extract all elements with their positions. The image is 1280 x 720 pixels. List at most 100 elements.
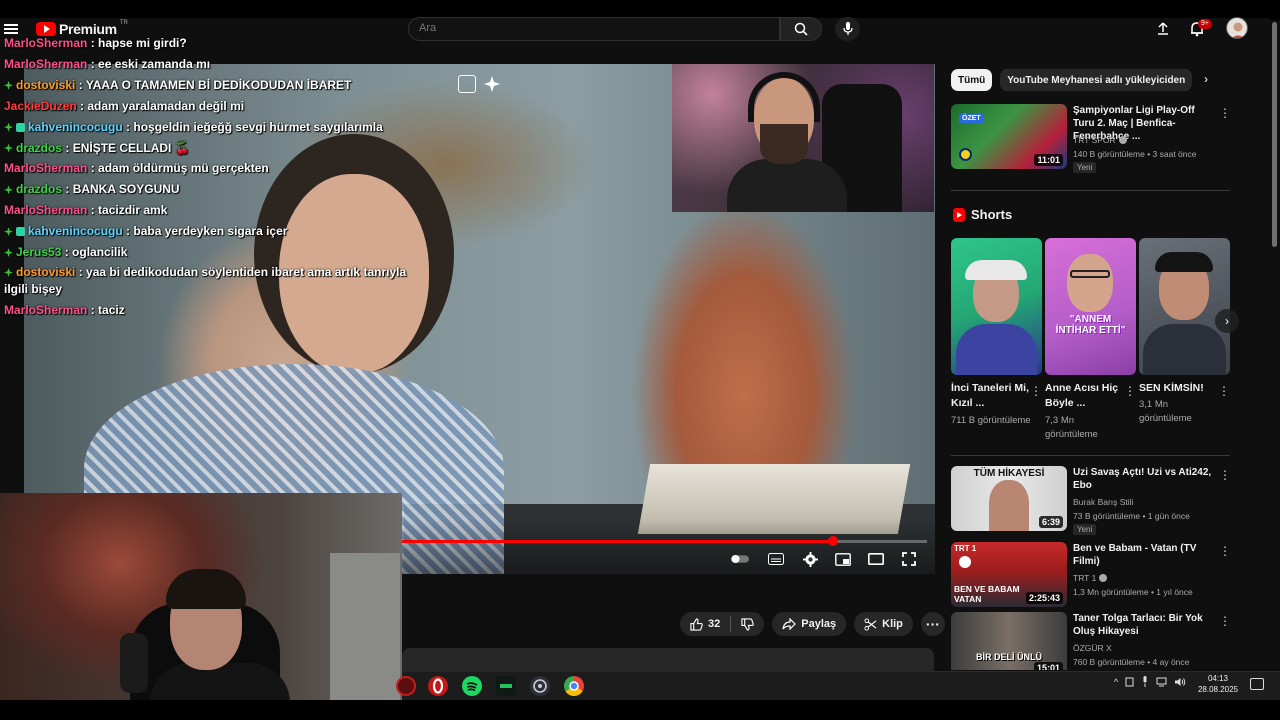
search-box[interactable] — [408, 17, 780, 41]
more-vert-icon[interactable]: ⋮ — [1030, 384, 1042, 398]
video-title[interactable]: Uzi Savaş Açtı! Uzi vs Ati242, Ebo — [1073, 466, 1213, 492]
short-card[interactable]: SEN KİMSİN! 3,1 Mn görüntüleme ⋮ — [1139, 238, 1230, 453]
share-button[interactable]: Paylaş — [772, 612, 847, 636]
shorts-next-button[interactable]: › — [1215, 309, 1239, 333]
more-vert-icon[interactable]: ⋮ — [1218, 384, 1230, 398]
recommended-video[interactable]: TRT 1 BEN VE BABAM VATAN 2:25:43 Ben ve … — [951, 542, 1236, 612]
chat-text: ee eski zamanda mı — [98, 56, 211, 71]
search-button[interactable] — [780, 17, 822, 41]
chrome-icon[interactable] — [564, 676, 584, 696]
scrollbar-thumb[interactable] — [1272, 22, 1277, 247]
video-progress-scrubber[interactable] — [827, 536, 838, 546]
video-description-box[interactable] — [402, 648, 934, 672]
chevron-right-icon: › — [1225, 314, 1229, 328]
fenerbahce-logo-icon — [959, 148, 972, 161]
system-clock[interactable]: 04:13 28.08.2025 — [1196, 673, 1240, 695]
recommended-video[interactable]: BİR DELİ ÜNLÜ 15:01 Taner Tolga Tarlacı:… — [951, 612, 1236, 670]
short-thumbnail[interactable] — [951, 238, 1042, 375]
chat-separator: : — [87, 161, 99, 176]
filter-chip[interactable]: YouTube Meyhanesi adlı yükleyiciden — [1000, 69, 1193, 91]
microphone-icon — [120, 633, 148, 693]
video-progress-fill — [402, 540, 833, 543]
short-thumbnail[interactable]: "ANNEM İNTİHAR ETTİ" — [1045, 238, 1136, 375]
recommended-video[interactable]: TÜM HİKAYESİ 6:39 Uzi Savaş Açtı! Uzi vs… — [951, 466, 1236, 536]
short-person-hair — [965, 260, 1027, 280]
more-vert-icon[interactable]: ⋮ — [1219, 468, 1231, 482]
video-duration: 2:25:43 — [1025, 592, 1063, 604]
chat-username: dostoviski — [16, 77, 76, 92]
theater-mode-button[interactable] — [867, 551, 885, 567]
search-input[interactable] — [419, 22, 759, 34]
chat-text: tacizdir amk — [98, 203, 168, 218]
video-duration: 6:39 — [1038, 516, 1063, 528]
chat-username: MarloSherman — [4, 161, 88, 176]
more-vert-icon[interactable]: ⋮ — [1219, 544, 1231, 558]
like-button[interactable]: 32 — [680, 612, 730, 636]
taskbar-app-icon[interactable] — [396, 676, 416, 696]
chat-message: MarloSherman : tacizdir amk — [0, 200, 420, 221]
upload-button[interactable] — [1154, 20, 1172, 38]
video-title[interactable]: Ben ve Babam - Vatan (TV Filmi) — [1073, 542, 1213, 568]
sparkle-icon[interactable] — [483, 75, 501, 93]
settings-button[interactable] — [801, 551, 819, 567]
video-meta: 140 B görüntüleme • 3 saat önce — [1073, 149, 1197, 159]
more-vert-icon[interactable]: ⋮ — [1219, 614, 1231, 628]
share-label: Paylaş — [801, 618, 837, 630]
video-channel[interactable]: TRT SPOR — [1073, 135, 1127, 145]
video-meta: 760 B görüntüleme • 4 ay önce — [1073, 657, 1190, 667]
sparkle-badge-icon — [4, 267, 13, 277]
chevron-right-icon[interactable]: › — [1204, 72, 1222, 90]
video-meta: 1,3 Mn görüntüleme • 1 yıl önce — [1073, 587, 1193, 597]
chat-message: MarloSherman : ee eski zamanda mı — [0, 54, 420, 75]
subtitles-button[interactable] — [767, 551, 785, 567]
fullscreen-button[interactable] — [900, 551, 918, 567]
chat-username: JackieDuzen — [4, 98, 77, 113]
dislike-button[interactable] — [731, 612, 764, 636]
opera-icon[interactable] — [428, 676, 448, 696]
short-thumbnail[interactable] — [1139, 238, 1230, 375]
device-icon[interactable] — [1125, 677, 1134, 687]
video-thumbnail[interactable]: ÖZET 11:01 — [951, 104, 1067, 169]
more-vert-icon[interactable]: ⋮ — [1124, 384, 1136, 398]
chat-username: drazdos — [16, 140, 63, 155]
more-vert-icon[interactable]: ⋮ — [1219, 106, 1231, 120]
miniplayer-button[interactable] — [834, 551, 852, 567]
spotify-icon[interactable] — [462, 676, 482, 696]
short-views: 711 B görüntüleme — [951, 415, 1031, 426]
chevron-up-icon[interactable]: ^ — [1114, 677, 1118, 687]
video-channel[interactable]: Burak Barış Stili — [1073, 497, 1133, 507]
miniplayer-icon[interactable] — [458, 75, 476, 93]
video-thumbnail[interactable]: TÜM HİKAYESİ 6:39 — [951, 466, 1067, 531]
streamer-webcam-bottom — [0, 493, 402, 720]
notification-center-icon[interactable] — [1250, 678, 1264, 690]
more-actions-button[interactable]: ··· — [920, 612, 945, 636]
clip-button[interactable]: Klip — [854, 612, 913, 636]
short-title[interactable]: SEN KİMSİN! — [1139, 381, 1217, 396]
autoplay-toggle[interactable] — [731, 551, 749, 567]
recommended-video-top[interactable]: ÖZET 11:01 Şampiyonlar Ligi Play-Off Tur… — [951, 104, 1236, 174]
video-progress-bar[interactable] — [402, 536, 927, 546]
video-title[interactable]: Taner Tolga Tarlacı: Bir Yok Oluş Hikaye… — [1073, 612, 1213, 638]
filter-chip[interactable]: Tümü — [951, 69, 993, 91]
webcam-top-beard — [760, 124, 808, 164]
webcam-top-body — [727, 159, 847, 212]
short-card[interactable]: "ANNEM İNTİHAR ETTİ" Anne Acısı Hiç Böyl… — [1045, 238, 1136, 453]
short-card[interactable]: İnci Taneleri Mi, Kızıl ... 711 B görünt… — [951, 238, 1042, 453]
network-icon[interactable] — [1156, 677, 1167, 687]
glasses-icon — [1070, 270, 1110, 278]
obs-icon[interactable] — [530, 676, 550, 696]
volume-icon[interactable] — [1174, 677, 1186, 687]
short-person — [1067, 254, 1113, 312]
video-channel[interactable]: ÖZGÜR X — [1073, 643, 1112, 653]
account-avatar[interactable] — [1226, 17, 1248, 39]
chat-separator: : — [75, 264, 87, 279]
short-title[interactable]: Anne Acısı Hiç Böyle ... — [1045, 381, 1123, 410]
streaming-app-icon[interactable] — [496, 676, 516, 696]
video-thumbnail[interactable]: BİR DELİ ÜNLÜ 15:01 — [951, 612, 1067, 670]
voice-search-button[interactable] — [835, 17, 860, 41]
video-channel[interactable]: TRT 1 — [1073, 573, 1108, 583]
chat-separator: : — [122, 119, 134, 134]
video-thumbnail[interactable]: TRT 1 BEN VE BABAM VATAN 2:25:43 — [951, 542, 1067, 607]
microphone-tray-icon[interactable] — [1141, 676, 1149, 687]
short-title[interactable]: İnci Taneleri Mi, Kızıl ... — [951, 381, 1029, 410]
